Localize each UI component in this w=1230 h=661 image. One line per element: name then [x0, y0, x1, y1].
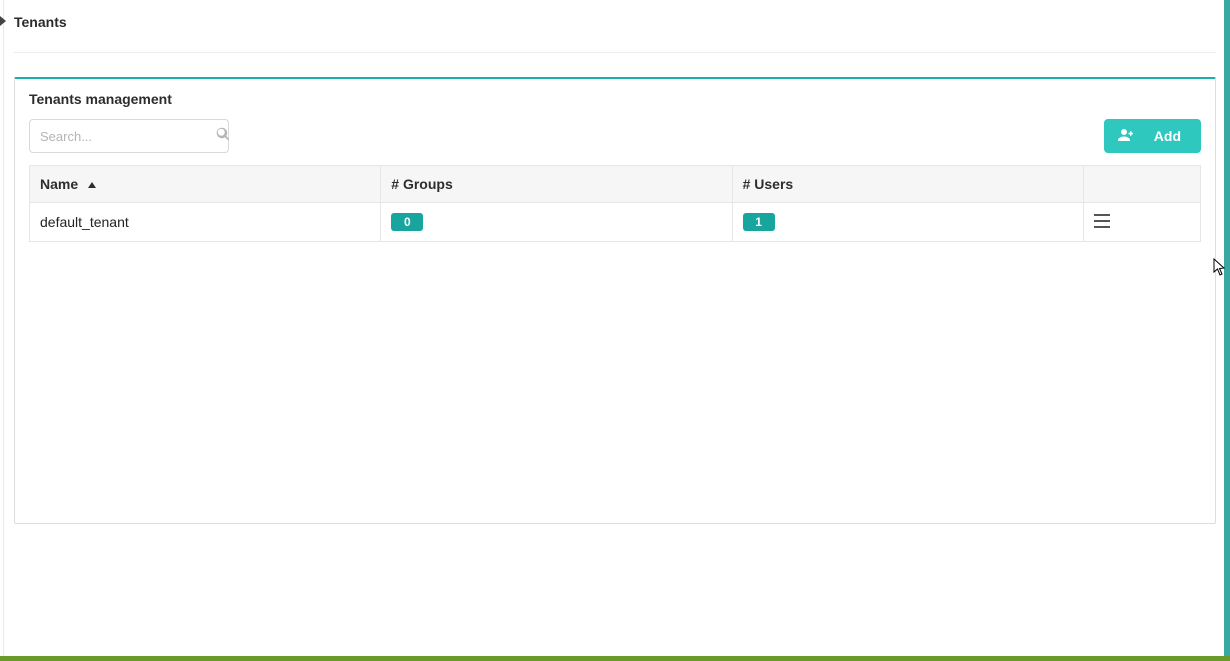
breadcrumb: Tenants — [14, 0, 1216, 53]
tenants-table: Name # Groups # Users default_tenant — [29, 165, 1201, 242]
column-header-groups[interactable]: # Groups — [381, 166, 732, 203]
search-input-wrap[interactable] — [29, 119, 229, 153]
sidebar-expand-caret-icon[interactable] — [0, 16, 6, 26]
hamburger-icon — [1094, 215, 1110, 231]
sort-ascending-icon — [88, 182, 96, 188]
table-row: default_tenant 0 1 — [30, 203, 1201, 242]
column-header-name[interactable]: Name — [30, 166, 381, 203]
search-icon — [216, 127, 230, 146]
cell-groups: 0 — [381, 203, 732, 242]
column-header-name-label: Name — [40, 176, 78, 192]
breadcrumb-title: Tenants — [14, 14, 67, 30]
cell-name: default_tenant — [30, 203, 381, 242]
footer-bar — [0, 656, 1230, 661]
add-button-label: Add — [1154, 128, 1181, 144]
users-badge[interactable]: 1 — [743, 213, 775, 231]
scrollbar[interactable] — [1224, 0, 1230, 656]
left-rail — [3, 0, 4, 661]
search-input[interactable] — [40, 129, 216, 144]
user-plus-icon — [1118, 128, 1136, 145]
groups-badge[interactable]: 0 — [391, 213, 423, 231]
panel-toolbar: Add — [15, 119, 1215, 165]
column-header-users-label: # Users — [743, 176, 794, 192]
table-header-row: Name # Groups # Users — [30, 166, 1201, 203]
panel-title: Tenants management — [15, 79, 1215, 119]
cell-users: 1 — [732, 203, 1083, 242]
column-header-users[interactable]: # Users — [732, 166, 1083, 203]
row-actions-menu[interactable] — [1083, 203, 1200, 242]
column-header-actions — [1083, 166, 1200, 203]
column-header-groups-label: # Groups — [391, 176, 452, 192]
tenant-name: default_tenant — [40, 214, 129, 230]
tenants-panel: Tenants management Add Name — [14, 77, 1216, 524]
add-button[interactable]: Add — [1104, 119, 1201, 153]
page-container: Tenants Tenants management Add — [14, 0, 1216, 640]
